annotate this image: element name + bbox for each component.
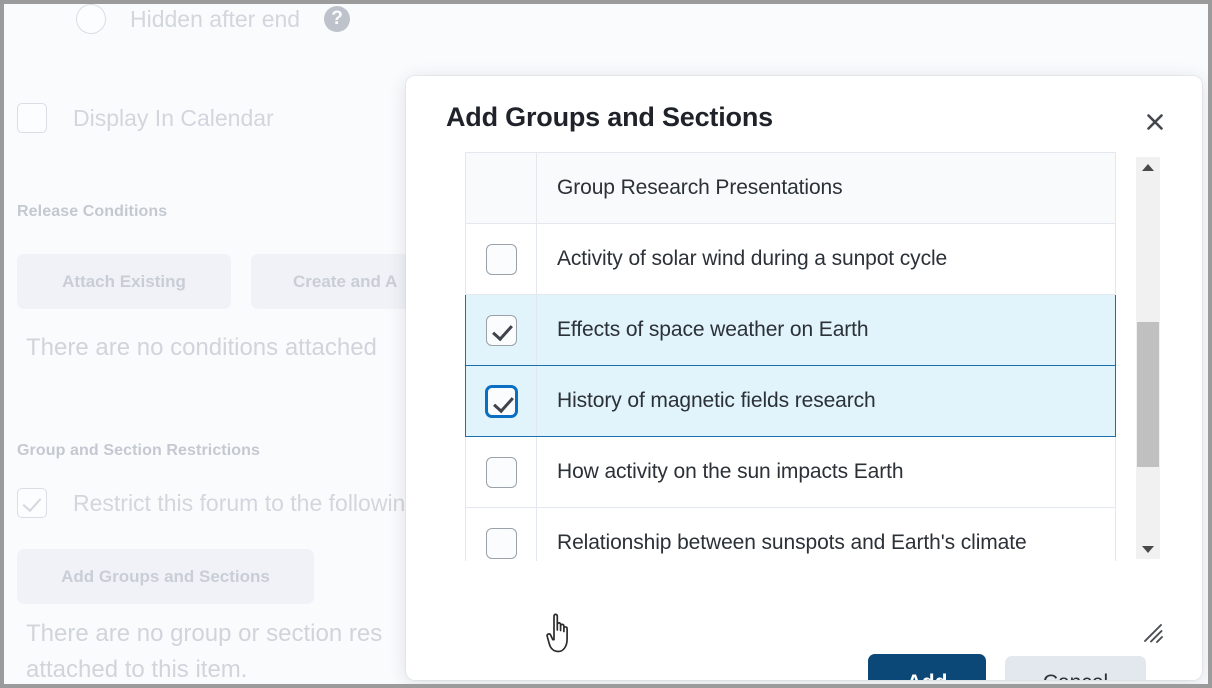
display-in-calendar-label: Display In Calendar [73, 104, 274, 131]
group-name: Group Research Presentations [536, 152, 1116, 224]
table-row[interactable]: How activity on the sun impacts Earth [465, 436, 1116, 508]
scrollbar-thumb[interactable] [1137, 322, 1159, 467]
add-groups-and-sections-button[interactable]: Add Groups and Sections [17, 549, 314, 604]
attach-existing-button[interactable]: Attach Existing [17, 254, 231, 309]
row-checkbox[interactable] [485, 527, 517, 559]
group-name: How activity on the sun impacts Earth [536, 436, 1116, 508]
checkbox-cell[interactable] [465, 436, 537, 508]
scroll-down-arrow-icon[interactable] [1136, 539, 1160, 559]
question-mark-icon[interactable]: ? [324, 6, 351, 32]
resize-grip-icon[interactable] [1142, 622, 1164, 644]
checkbox-cell[interactable] [465, 223, 537, 295]
group-name: Effects of space weather on Earth [536, 294, 1116, 366]
release-conditions-empty-text: There are no conditions attached [26, 334, 377, 361]
display-in-calendar-row[interactable]: Display In Calendar [17, 103, 274, 133]
display-in-calendar-checkbox[interactable] [17, 103, 47, 133]
restrict-forum-checkbox[interactable] [17, 488, 47, 518]
scroll-up-arrow-icon[interactable] [1136, 157, 1160, 177]
screen: Hidden after end ? Display In Calendar R… [0, 0, 1212, 688]
checkbox-cell[interactable] [465, 294, 537, 366]
table-row[interactable]: History of magnetic fields research [465, 365, 1116, 437]
table-row[interactable]: Effects of space weather on Earth [465, 294, 1116, 366]
cancel-button[interactable]: Cancel [1005, 656, 1146, 680]
row-checkbox[interactable] [485, 385, 517, 417]
table-row[interactable]: Relationship between sunspots and Earth'… [465, 507, 1116, 561]
close-x-icon[interactable] [1138, 105, 1172, 139]
checkbox-cell [465, 152, 537, 224]
table-row[interactable]: Group Research Presentations [465, 152, 1116, 224]
add-groups-and-sections-dialog: Add Groups and Sections Group Research P… [406, 76, 1202, 680]
groups-table: Group Research Presentations Activity of … [465, 152, 1116, 561]
release-conditions-heading: Release Conditions [17, 203, 168, 220]
group-name: Activity of solar wind during a sunpot c… [536, 223, 1116, 295]
row-checkbox[interactable] [485, 456, 517, 488]
checkbox-cell[interactable] [465, 365, 537, 437]
group-section-restrictions-heading: Group and Section Restrictions [17, 442, 261, 459]
group-restrictions-empty-text-line2: attached to this item. [26, 656, 248, 683]
group-name: Relationship between sunspots and Earth'… [536, 507, 1116, 561]
table-row[interactable]: Activity of solar wind during a sunpot c… [465, 223, 1116, 295]
group-name: History of magnetic fields research [536, 365, 1116, 437]
hidden-after-end-radio[interactable] [76, 4, 106, 34]
restrict-forum-label: Restrict this forum to the following [73, 489, 419, 516]
hidden-after-end-row[interactable]: Hidden after end ? [76, 4, 351, 34]
restrict-forum-row[interactable]: Restrict this forum to the following [17, 488, 418, 518]
hidden-after-end-label: Hidden after end [130, 5, 301, 32]
add-button[interactable]: Add [868, 654, 986, 680]
row-checkbox[interactable] [485, 243, 517, 275]
dialog-title: Add Groups and Sections [446, 102, 773, 132]
group-restrictions-empty-text-line1: There are no group or section res [26, 620, 383, 647]
list-scrollbar[interactable] [1136, 157, 1160, 559]
groups-and-sections-list: Group Research Presentations Activity of … [465, 152, 1165, 561]
checkbox-cell[interactable] [465, 507, 537, 561]
row-checkbox[interactable] [485, 314, 517, 346]
